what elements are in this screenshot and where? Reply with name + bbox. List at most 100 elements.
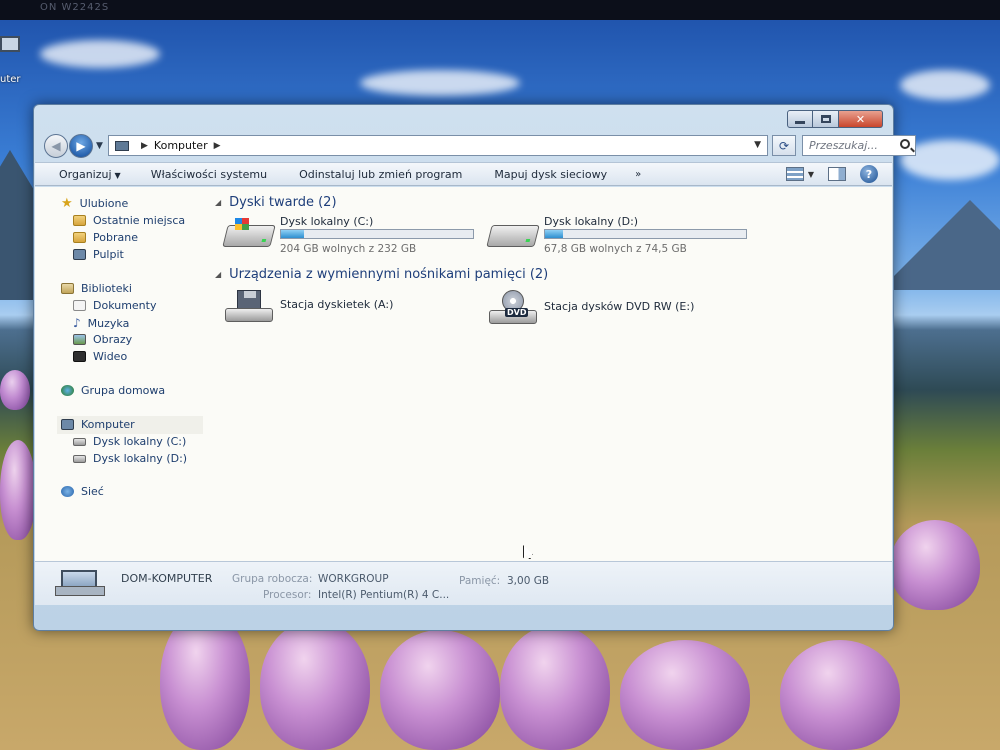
crocus-flower [380, 630, 500, 750]
refresh-button[interactable]: ⟳ [772, 135, 796, 156]
close-button[interactable]: ✕ [839, 110, 883, 128]
memory-value: 3,00 GB [507, 575, 550, 587]
drive-usage-fill [545, 230, 564, 238]
nav-network[interactable]: Sieć [61, 485, 104, 498]
nav-label: Obrazy [93, 333, 133, 346]
refresh-icon: ⟳ [778, 138, 790, 153]
caption-buttons: ✕ [787, 110, 883, 128]
organize-button[interactable]: Organizuj ▼ [51, 168, 129, 181]
desktop-computer-shortcut[interactable]: uter [0, 32, 30, 86]
nav-label: Dokumenty [93, 299, 157, 312]
crocus-flower [780, 640, 900, 750]
nav-label: Dysk lokalny (D:) [93, 452, 188, 465]
nav-label: Pobrane [93, 231, 138, 244]
cloud [360, 70, 520, 96]
crocus-flower [890, 520, 980, 610]
system-properties-button[interactable]: Właściwości systemu [143, 168, 275, 181]
floppy-disk-icon [237, 290, 261, 310]
nav-homegroup[interactable]: Grupa domowa [61, 384, 165, 397]
address-history-dropdown[interactable]: ▼ [754, 140, 761, 150]
maximize-button[interactable] [813, 110, 839, 128]
nav-label: Ulubione [79, 197, 129, 210]
recent-pages-dropdown[interactable]: ▼ [96, 141, 103, 151]
uninstall-program-button[interactable]: Odinstaluj lub zmień program [291, 168, 470, 181]
nav-computer[interactable]: Komputer [61, 418, 135, 431]
minimize-button[interactable] [787, 110, 813, 128]
device-name: Stacja dyskietek (A:) [280, 298, 394, 311]
nav-desktop[interactable]: Pulpit [73, 248, 124, 261]
drive-led [261, 239, 267, 242]
file-list-pane: ◢ Dyski twarde (2) Dysk lokalny (C:) 204… [205, 187, 892, 561]
nav-label: Ostatnie miejsca [93, 214, 186, 227]
group-header-removable[interactable]: ◢ Urządzenia z wymiennymi nośnikami pami… [215, 267, 548, 282]
crocus-flower [500, 625, 610, 750]
nav-videos[interactable]: Wideo [73, 350, 127, 363]
monitor-bezel: ON W2242S [0, 0, 1000, 20]
search-input[interactable]: Przeszukaj... [802, 135, 916, 156]
nav-label: Wideo [93, 350, 128, 363]
preview-pane-icon[interactable] [828, 167, 846, 181]
help-icon[interactable]: ? [860, 165, 878, 183]
search-placeholder: Przeszukaj... [809, 139, 878, 152]
hard-drive-icon [73, 437, 86, 446]
nav-drive-d[interactable]: Dysk lokalny (D:) [73, 452, 187, 465]
view-options-dropdown[interactable]: ▼ [808, 170, 814, 179]
drive-free-space: 204 GB wolnych z 232 GB [280, 243, 417, 255]
music-icon: ♪ [73, 316, 81, 330]
nav-label: Biblioteki [81, 282, 132, 295]
libraries-icon [61, 283, 74, 294]
forward-button[interactable]: ▶ [69, 134, 93, 158]
map-network-drive-button[interactable]: Mapuj dysk sieciowy [486, 168, 615, 181]
windows-logo-icon [234, 218, 249, 230]
chevron-down-icon: ▼ [114, 170, 121, 180]
back-button[interactable]: ◀ [44, 134, 68, 158]
nav-label: Grupa domowa [81, 384, 166, 397]
workgroup-value: WORKGROUP [318, 573, 389, 585]
monitor-model-label: ON W2242S [40, 2, 110, 13]
nav-libraries[interactable]: Biblioteki [61, 282, 132, 295]
group-header-hard-drives[interactable]: ◢ Dyski twarde (2) [215, 195, 337, 210]
maximize-icon [820, 115, 831, 123]
nav-recent-places[interactable]: Ostatnie miejsca [73, 214, 185, 227]
breadcrumb-chevron-icon[interactable]: ▶ [214, 141, 221, 151]
nav-drive-c[interactable]: Dysk lokalny (C:) [73, 435, 186, 448]
change-view-icon[interactable] [785, 167, 804, 181]
breadcrumb-chevron-icon[interactable]: ▶ [141, 141, 148, 151]
address-bar[interactable]: ▶ Komputer ▶ ▼ [108, 135, 768, 156]
recent-places-icon [73, 215, 86, 226]
workgroup-label: Grupa robocza: [232, 573, 313, 585]
crocus-flower [0, 440, 36, 540]
computer-icon [0, 36, 20, 52]
nav-documents[interactable]: Dokumenty [73, 299, 156, 312]
arrow-left-icon: ◀ [51, 139, 61, 153]
nav-favorites[interactable]: ★ Ulubione [61, 197, 128, 210]
crocus-flower [260, 620, 370, 750]
minimize-icon [795, 120, 805, 124]
computer-icon [61, 419, 74, 430]
drive-base [225, 308, 273, 322]
drive-usage-fill [281, 230, 305, 238]
computer-icon [115, 140, 129, 151]
crocus-flower [160, 610, 250, 750]
videos-icon [73, 351, 86, 362]
nav-downloads[interactable]: Pobrane [73, 231, 138, 244]
desktop-icon [73, 249, 86, 260]
homegroup-icon [61, 385, 74, 396]
nav-label: Dysk lokalny (C:) [93, 435, 187, 448]
close-icon: ✕ [855, 112, 866, 126]
search-icon[interactable] [900, 139, 910, 149]
crocus-flower [0, 370, 30, 410]
desktop-icon-label: uter [0, 74, 21, 85]
details-pane: DOM-KOMPUTER Grupa robocza: WORKGROUP Pa… [35, 561, 892, 605]
nav-pictures[interactable]: Obrazy [73, 333, 132, 346]
content-area: ★ Ulubione Ostatnie miejsca Pobrane Pulpi… [35, 187, 892, 561]
windows-drive-icon [222, 218, 276, 247]
collapse-triangle-icon: ◢ [215, 198, 222, 207]
more-commands-button[interactable]: » [623, 169, 653, 180]
breadcrumb-computer[interactable]: Komputer [154, 139, 208, 152]
nav-label: Pulpit [93, 248, 124, 261]
nav-label: Muzyka [87, 316, 130, 330]
drive-name: Dysk lokalny (C:) [280, 215, 374, 228]
nav-music[interactable]: ♪ Muzyka [73, 316, 129, 330]
crocus-flower [620, 640, 750, 750]
